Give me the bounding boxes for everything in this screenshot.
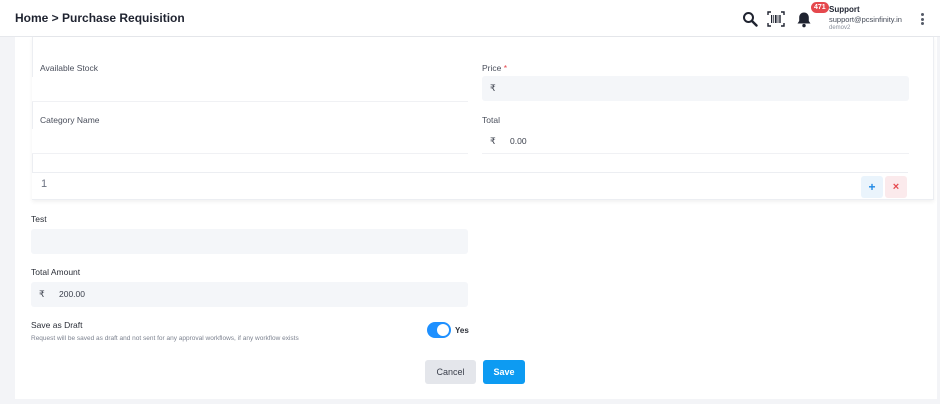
- user-email: support@pcsinfinity.in: [829, 15, 902, 24]
- save-button[interactable]: Save: [483, 360, 525, 384]
- user-org: demov2: [829, 25, 851, 31]
- total-field: ₹ 0.00: [482, 129, 909, 154]
- total-amount-value: 200.00: [59, 289, 85, 299]
- search-icon[interactable]: [740, 9, 760, 29]
- rupee-icon: ₹: [490, 83, 496, 93]
- test-input[interactable]: [31, 229, 468, 254]
- toggle-label: Yes: [455, 326, 469, 335]
- price-input[interactable]: ₹: [482, 76, 909, 101]
- total-amount-field: ₹ 200.00: [31, 282, 468, 307]
- category-name-label: Category Name: [40, 115, 100, 125]
- breadcrumb: Home > Purchase Requisition: [15, 11, 185, 25]
- bell-icon[interactable]: [794, 9, 814, 29]
- item-row-strip: 1 + ×: [32, 172, 908, 199]
- total-value: 0.00: [510, 136, 527, 146]
- user-name[interactable]: Support: [829, 5, 860, 14]
- save-as-draft-hint: Request will be saved as draft and not s…: [31, 335, 299, 342]
- category-name-field: [32, 129, 468, 154]
- available-stock-label: Available Stock: [40, 63, 98, 73]
- barcode-scan-icon[interactable]: [766, 9, 786, 29]
- price-label: Price: [482, 63, 502, 73]
- available-stock-field: [32, 77, 468, 102]
- save-as-draft-label: Save as Draft: [31, 320, 83, 330]
- cancel-button[interactable]: Cancel: [425, 360, 476, 384]
- remove-row-button[interactable]: ×: [885, 176, 907, 198]
- save-as-draft-toggle[interactable]: [427, 322, 451, 338]
- row-number: 1: [41, 178, 48, 190]
- more-vertical-icon[interactable]: [920, 13, 924, 25]
- required-mark: *: [503, 63, 508, 73]
- rupee-icon: ₹: [39, 289, 45, 299]
- notification-badge: 471: [811, 2, 829, 13]
- add-row-button[interactable]: +: [861, 176, 883, 198]
- total-amount-label: Total Amount: [31, 267, 81, 277]
- test-label: Test: [31, 214, 47, 224]
- total-label: Total: [482, 115, 500, 125]
- rupee-icon: ₹: [490, 136, 496, 146]
- top-bar: Home > Purchase Requisition 471 Support …: [0, 0, 940, 37]
